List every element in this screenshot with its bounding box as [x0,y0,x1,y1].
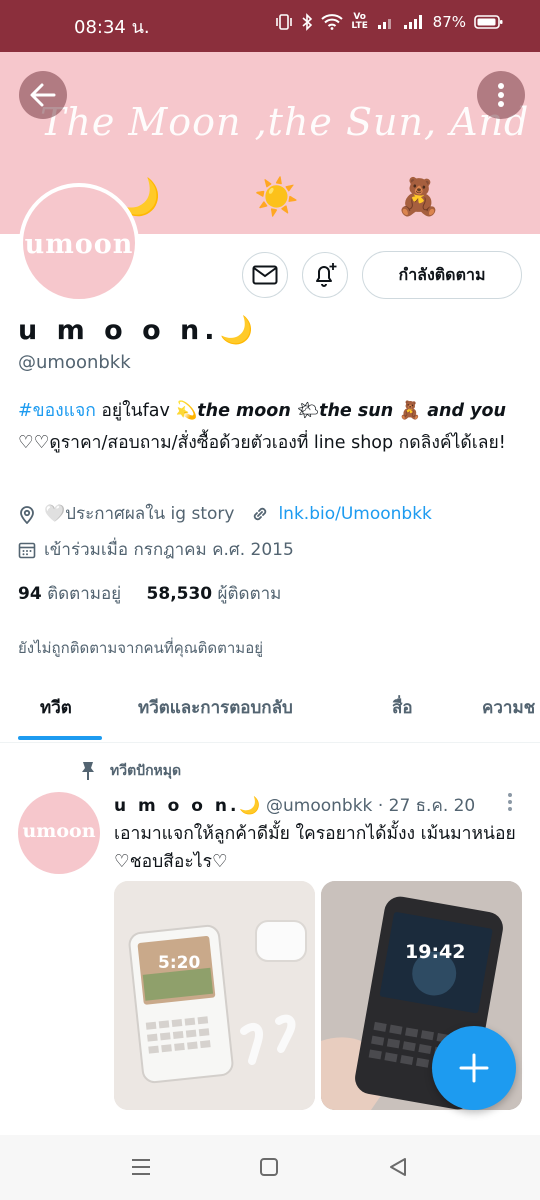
profile-link[interactable]: lnk.bio/Umoonbkk [278,504,431,524]
profile-name-text: u m o o n. [18,315,220,346]
tweet-image-1[interactable]: 5:20 [114,881,315,1110]
vibrate-icon [275,14,292,30]
bio-emoji-1: 💫 [175,401,198,421]
tweet-date[interactable]: 27 ธ.ค. 20 [389,796,476,816]
signal-icon-2 [403,15,422,29]
tab-tweets[interactable]: ทวีต [40,694,72,721]
status-bar: 08:34 น. Vo LTE 87% [0,0,540,52]
profile-bio: #ของแจก อยู่ในfav 💫the moon 🌤the sun 🧸 a… [18,395,528,459]
signal-icon-1 [377,19,391,29]
name-moon-emoji: 🌙 [219,315,254,346]
tweet-avatar[interactable]: umoon [18,792,100,874]
tweet-author-handle: @umoonbkk [266,796,373,816]
bio-the-moon: the moon [197,401,297,421]
compose-tweet-button[interactable] [432,1026,516,1110]
following-link[interactable]: 94 ติดตามอยู่ [18,584,121,604]
more-vertical-icon [508,793,512,811]
android-nav-bar [0,1135,540,1200]
bio-line-2: ♡♡ดูราคา/สอบถาม/สั่งซื้อด้วยตัวเองที่ li… [18,433,506,453]
bio-emoji-3: 🧸 [399,401,422,421]
back-arrow-icon [30,83,56,107]
back-button[interactable] [19,71,67,119]
pinned-label: ทวีตปักหมุด [110,763,182,779]
pinned-label-row: ทวีตปักหมุด [80,760,181,782]
message-button[interactable] [242,252,288,298]
not-followed-notice: ยังไม่ถูกติดตามจากคนที่คุณติดตามอยู่ [18,639,263,657]
tab-media[interactable]: สื่อ [392,694,413,721]
tweet-author-name[interactable]: u m o o n. [114,796,239,816]
teddy-bear-emoji: 🧸 [396,177,441,218]
active-tab-indicator [18,736,102,740]
sun-emoji: ☀️ [254,177,299,218]
battery-icon [474,15,503,29]
home-icon[interactable] [259,1157,279,1177]
tweet-header: u m o o n.🌙 @umoonbkk · 27 ธ.ค. 20 [114,792,475,819]
following-count: 94 [18,584,42,604]
tweet-name-emoji: 🌙 [239,796,261,816]
bio-hashtag[interactable]: #ของแจก [18,401,96,421]
profile-joined-row: เข้าร่วมเมื่อ กรกฎาคม ค.ศ. 2015 [18,536,294,563]
more-options-button[interactable] [477,71,525,119]
bluetooth-icon [302,13,312,31]
calendar-icon [18,542,36,558]
link-icon [254,507,267,520]
avatar-logo-text: umoon [24,229,134,260]
tweet-more-button[interactable] [498,790,522,818]
follow-counts: 94 ติดตามอยู่ 58,530 ผู้ติดตาม [18,580,281,607]
nav-back-icon[interactable] [388,1157,408,1177]
volte-indicator: Vo LTE [351,12,368,31]
battery-percent: 87% [432,13,466,31]
more-vertical-icon [498,83,504,107]
profile-joined: เข้าร่วมเมื่อ กรกฎาคม ค.ศ. 2015 [44,540,294,560]
tab-likes[interactable]: ความช [482,694,535,721]
bio-text-1: อยู่ในfav [95,401,176,421]
tweet-avatar-logo-text: umoon [22,820,96,842]
tweet-text: เอามาแจกให้ลูกค้าดีมั้ย ใครอยากได้มั้งง … [114,824,516,872]
image-2-clock: 19:42 [405,941,466,963]
mail-icon [252,265,278,285]
pin-icon [82,762,94,780]
profile-avatar[interactable]: umoon [19,183,139,303]
status-icons: Vo LTE 87% [275,13,504,31]
status-time: 08:34 น. [74,17,150,38]
profile-location: 🤍ประกาศผลใน ig story [44,504,235,524]
followers-link[interactable]: 58,530 ผู้ติดตาม [147,584,282,604]
profile-meta-row: 🤍ประกาศผลใน ig story lnk.bio/Umoonbkk [18,500,432,527]
profile-name: u m o o n.🌙 [18,314,253,346]
followers-label: ผู้ติดตาม [217,584,282,604]
bio-the-sun: the sun [319,401,400,421]
tab-tweets-replies[interactable]: ทวีตและการตอบกลับ [138,694,293,721]
banner-title: The Moon ,the Sun, And You [40,100,540,144]
location-icon [20,505,34,524]
recent-apps-icon[interactable] [130,1157,152,1177]
bio-and-you: and you [421,401,506,421]
compose-plus-icon [459,1053,489,1083]
image-1-clock: 5:20 [158,953,201,973]
profile-tabs: ทวีต ทวีตและการตอบกลับ สื่อ ความช [0,684,540,743]
followers-count: 58,530 [146,584,213,604]
wifi-icon [320,14,343,30]
bell-plus-icon [316,263,337,287]
notifications-button[interactable] [302,252,348,298]
following-label: ติดตามอยู่ [47,584,122,604]
bio-emoji-2: 🌤 [296,401,320,421]
profile-handle: @umoonbkk [18,352,131,373]
following-button[interactable]: กำลังติดตาม [362,251,522,299]
tweet-separator: · [377,796,384,816]
white-phone-airpods-illustration [114,881,315,1110]
